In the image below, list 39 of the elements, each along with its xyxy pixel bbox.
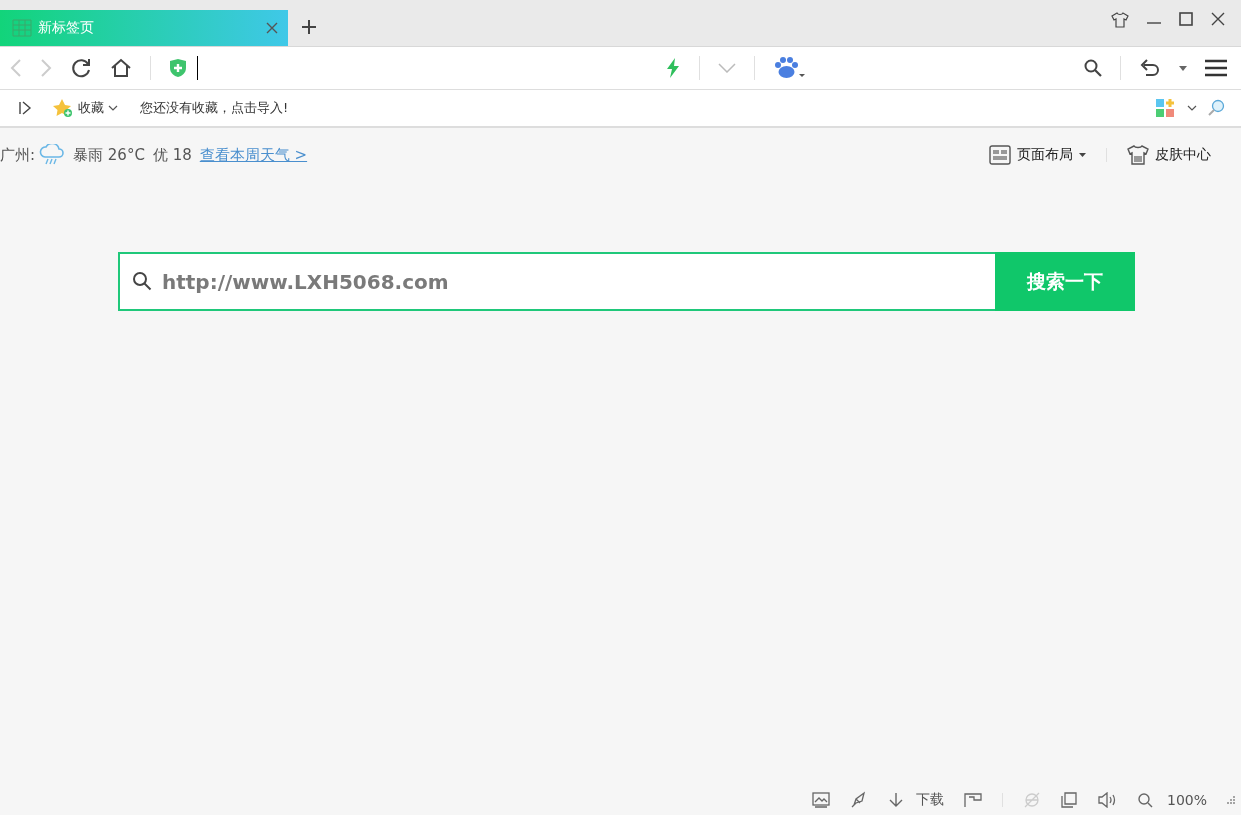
page-tool-button[interactable]: 皮肤中心 [1127, 145, 1211, 165]
shirt-icon [1127, 145, 1149, 165]
zoom-icon[interactable] [1136, 792, 1153, 808]
download-button[interactable]: 下载 [887, 791, 944, 809]
new-tab-icon[interactable] [302, 20, 316, 34]
tab-title: 新标签页 [38, 19, 95, 37]
rain-cloud-icon [39, 144, 66, 166]
image-icon[interactable] [811, 792, 830, 808]
refresh-icon[interactable] [70, 57, 92, 79]
air-quality: 优 18 [152, 145, 192, 165]
favorites-button[interactable]: 收藏 [52, 98, 118, 118]
caret-icon [1079, 153, 1086, 157]
menu-icon[interactable] [1205, 59, 1227, 77]
close-icon[interactable] [1211, 12, 1225, 26]
layout-icon [989, 145, 1011, 165]
chevron-down-icon [108, 105, 118, 111]
import-bookmarks-link[interactable]: 您还没有收藏，点击导入! [140, 99, 289, 117]
undo-icon[interactable] [1139, 57, 1161, 79]
paw-icon[interactable] [773, 57, 805, 79]
window-icon[interactable] [1060, 792, 1077, 808]
sidebar-toggle-icon[interactable] [18, 101, 32, 115]
city-label: 广州: [0, 145, 36, 165]
star-icon [52, 98, 74, 118]
magnifier-icon[interactable] [1207, 99, 1225, 117]
zoom-level[interactable]: 100% [1166, 792, 1207, 808]
maximize-icon[interactable] [1179, 12, 1193, 26]
chevron-down-icon[interactable] [1187, 105, 1197, 111]
page-tool-button[interactable]: 页面布局 [989, 145, 1086, 165]
grid-icon [12, 19, 32, 37]
close-icon[interactable] [266, 22, 278, 34]
weather-condition: 暴雨 26°C [73, 145, 145, 165]
home-icon[interactable] [110, 57, 132, 79]
caret-icon[interactable] [1179, 65, 1187, 71]
download-arrow-icon [887, 792, 904, 808]
speaker-icon[interactable] [1096, 792, 1117, 808]
search-icon[interactable] [1084, 59, 1102, 77]
shirt-icon[interactable] [1111, 12, 1129, 28]
resize-grip-icon[interactable] [1227, 796, 1235, 804]
search-field[interactable]: http://www.LXH5068.com [118, 252, 995, 311]
